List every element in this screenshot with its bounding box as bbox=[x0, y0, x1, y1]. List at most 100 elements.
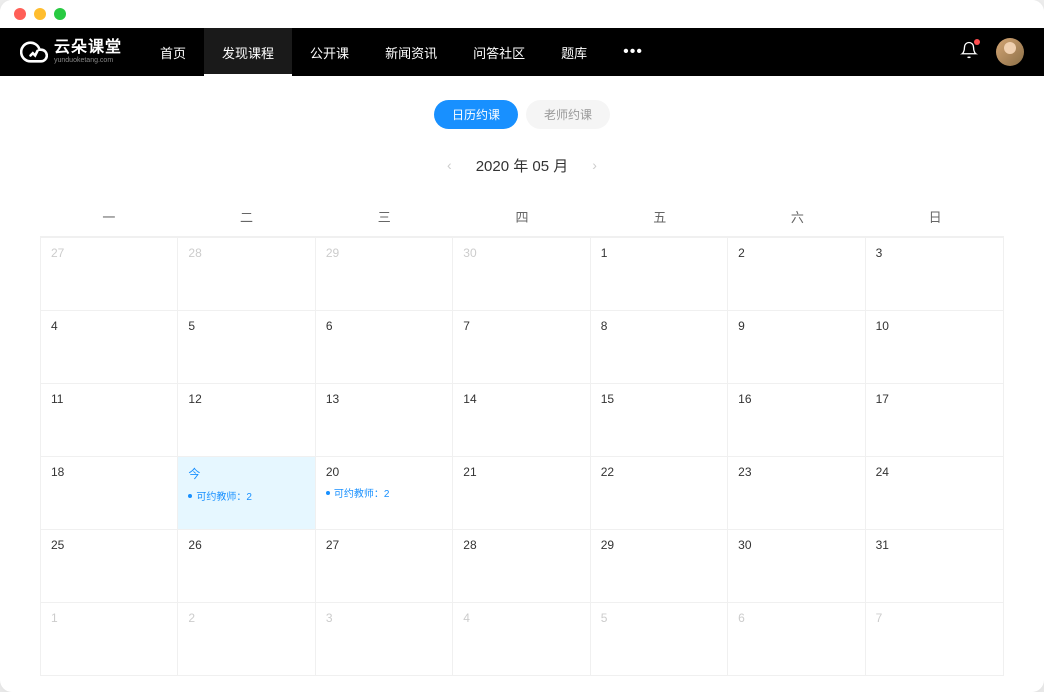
day-number: 1 bbox=[601, 246, 717, 260]
prev-month-button[interactable]: ‹ bbox=[443, 153, 456, 177]
day-number: 30 bbox=[463, 246, 579, 260]
day-number: 16 bbox=[738, 392, 854, 406]
calendar-day[interactable]: 31 bbox=[866, 529, 1003, 602]
calendar-day[interactable]: 10 bbox=[866, 310, 1003, 383]
day-number: 14 bbox=[463, 392, 579, 406]
logo-text: 云朵课堂 bbox=[54, 40, 122, 56]
calendar-day[interactable]: 27 bbox=[316, 529, 453, 602]
day-number: 26 bbox=[188, 538, 304, 552]
day-number: 11 bbox=[51, 392, 167, 406]
calendar-grid: 27282930123456789101112131415161718今可约教师… bbox=[40, 236, 1004, 676]
calendar-day[interactable]: 13 bbox=[316, 383, 453, 456]
calendar-day[interactable]: 29 bbox=[316, 237, 453, 310]
calendar-day[interactable]: 11 bbox=[41, 383, 178, 456]
maximize-window-button[interactable] bbox=[54, 8, 66, 20]
days-grid: 27282930123456789101112131415161718今可约教师… bbox=[41, 237, 1003, 675]
booking-tabs: 日历约课 老师约课 bbox=[40, 100, 1004, 129]
tab-teacher-booking[interactable]: 老师约课 bbox=[526, 100, 610, 129]
weekday-label: 五 bbox=[591, 197, 729, 236]
day-number: 27 bbox=[51, 246, 167, 260]
titlebar bbox=[0, 0, 1044, 28]
day-number: 27 bbox=[326, 538, 442, 552]
calendar-day[interactable]: 15 bbox=[591, 383, 728, 456]
calendar-day[interactable]: 4 bbox=[41, 310, 178, 383]
weekday-label: 二 bbox=[178, 197, 316, 236]
calendar-day[interactable]: 20 可约教师：2 bbox=[316, 456, 453, 529]
calendar-day[interactable]: 17 bbox=[866, 383, 1003, 456]
tab-calendar-booking[interactable]: 日历约课 bbox=[434, 100, 518, 129]
calendar-day[interactable]: 27 bbox=[41, 237, 178, 310]
next-month-button[interactable]: › bbox=[588, 153, 601, 177]
day-number: 5 bbox=[601, 611, 717, 625]
day-number: 12 bbox=[188, 392, 304, 406]
calendar-day[interactable]: 14 bbox=[453, 383, 590, 456]
calendar-day[interactable]: 5 bbox=[591, 602, 728, 675]
calendar-day[interactable]: 22 bbox=[591, 456, 728, 529]
day-number: 29 bbox=[326, 246, 442, 260]
calendar-day[interactable]: 30 bbox=[728, 529, 865, 602]
day-number: 2 bbox=[738, 246, 854, 260]
calendar-day[interactable]: 26 bbox=[178, 529, 315, 602]
minimize-window-button[interactable] bbox=[34, 8, 46, 20]
calendar-day[interactable]: 12 bbox=[178, 383, 315, 456]
calendar-day[interactable]: 7 bbox=[866, 602, 1003, 675]
calendar-day[interactable]: 1 bbox=[591, 237, 728, 310]
calendar-day[interactable]: 5 bbox=[178, 310, 315, 383]
day-number: 今 bbox=[188, 465, 304, 482]
calendar-day[interactable]: 24 bbox=[866, 456, 1003, 529]
available-teachers-badge[interactable]: 可约教师：2 bbox=[326, 485, 442, 500]
calendar-day[interactable]: 25 bbox=[41, 529, 178, 602]
calendar-day[interactable]: 7 bbox=[453, 310, 590, 383]
day-number: 20 bbox=[326, 465, 442, 479]
calendar-day[interactable]: 9 bbox=[728, 310, 865, 383]
day-number: 31 bbox=[876, 538, 993, 552]
calendar-day[interactable]: 6 bbox=[316, 310, 453, 383]
calendar-day[interactable]: 16 bbox=[728, 383, 865, 456]
day-number: 6 bbox=[738, 611, 854, 625]
user-avatar[interactable] bbox=[996, 38, 1024, 66]
logo[interactable]: 云朵课堂 yunduoketang.com bbox=[20, 38, 122, 66]
day-number: 29 bbox=[601, 538, 717, 552]
nav-item-2[interactable]: 公开课 bbox=[292, 28, 367, 76]
day-number: 17 bbox=[876, 392, 993, 406]
calendar-day[interactable]: 2 bbox=[728, 237, 865, 310]
available-teachers-badge[interactable]: 可约教师：2 bbox=[188, 488, 304, 503]
weekday-label: 三 bbox=[315, 197, 453, 236]
day-number: 23 bbox=[738, 465, 854, 479]
calendar-day[interactable]: 29 bbox=[591, 529, 728, 602]
day-number: 7 bbox=[463, 319, 579, 333]
calendar-day[interactable]: 23 bbox=[728, 456, 865, 529]
day-number: 22 bbox=[601, 465, 717, 479]
close-window-button[interactable] bbox=[14, 8, 26, 20]
calendar-day[interactable]: 2 bbox=[178, 602, 315, 675]
month-navigation: ‹ 2020 年 05 月 › bbox=[40, 153, 1004, 177]
notification-bell[interactable] bbox=[960, 41, 978, 64]
day-number: 4 bbox=[463, 611, 579, 625]
calendar-day[interactable]: 18 bbox=[41, 456, 178, 529]
day-number: 13 bbox=[326, 392, 442, 406]
day-number: 15 bbox=[601, 392, 717, 406]
calendar-day[interactable]: 8 bbox=[591, 310, 728, 383]
nav-item-0[interactable]: 首页 bbox=[142, 28, 204, 76]
main-nav: 首页发现课程公开课新闻资讯问答社区题库 bbox=[142, 28, 605, 76]
calendar-day[interactable]: 28 bbox=[178, 237, 315, 310]
calendar-day[interactable]: 1 bbox=[41, 602, 178, 675]
nav-item-4[interactable]: 问答社区 bbox=[455, 28, 543, 76]
day-number: 25 bbox=[51, 538, 167, 552]
calendar-day[interactable]: 6 bbox=[728, 602, 865, 675]
calendar-day[interactable]: 3 bbox=[316, 602, 453, 675]
day-number: 7 bbox=[876, 611, 993, 625]
calendar-day[interactable]: 4 bbox=[453, 602, 590, 675]
nav-item-5[interactable]: 题库 bbox=[543, 28, 605, 76]
day-number: 18 bbox=[51, 465, 167, 479]
nav-item-1[interactable]: 发现课程 bbox=[204, 28, 292, 76]
calendar-day[interactable]: 3 bbox=[866, 237, 1003, 310]
calendar-day-today[interactable]: 今可约教师：2 bbox=[178, 456, 315, 529]
day-number: 30 bbox=[738, 538, 854, 552]
calendar-day[interactable]: 21 bbox=[453, 456, 590, 529]
calendar-day[interactable]: 28 bbox=[453, 529, 590, 602]
nav-item-3[interactable]: 新闻资讯 bbox=[367, 28, 455, 76]
weekday-label: 六 bbox=[729, 197, 867, 236]
nav-more-button[interactable]: ••• bbox=[605, 43, 661, 61]
calendar-day[interactable]: 30 bbox=[453, 237, 590, 310]
